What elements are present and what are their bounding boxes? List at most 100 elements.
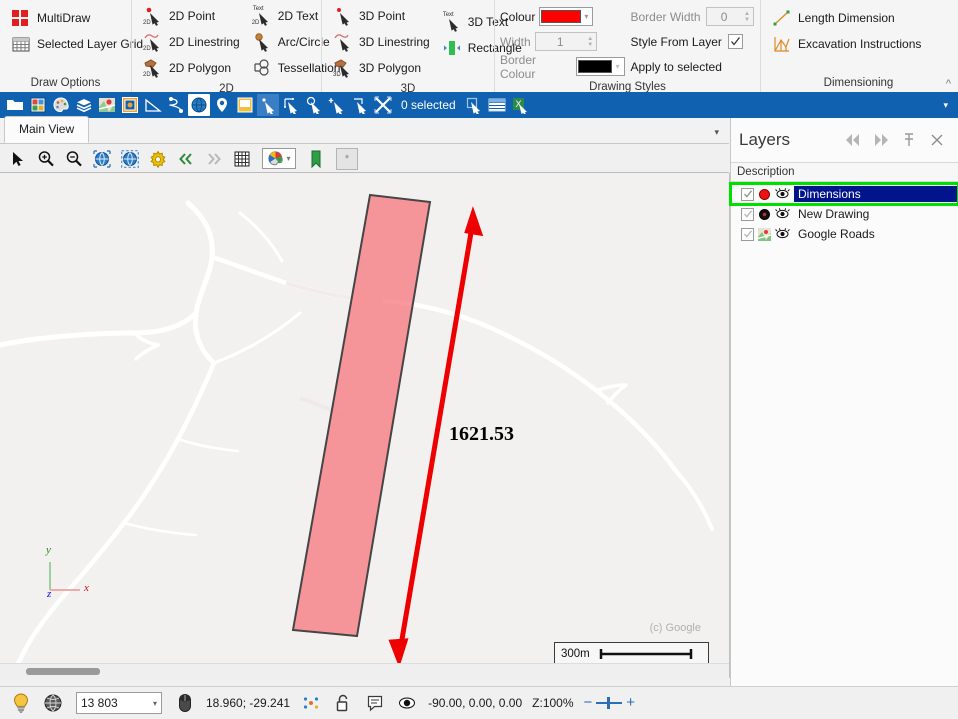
zoom-slider[interactable]: [596, 697, 623, 709]
copy-selection-icon[interactable]: [463, 94, 485, 116]
layer-visibility-checkbox[interactable]: [741, 227, 754, 241]
mouse-icon: [170, 690, 200, 716]
excavation-instructions-button[interactable]: Excavation Instructions: [766, 31, 951, 57]
border-width-value: 0: [720, 9, 728, 24]
quickbar-overflow-caret[interactable]: ▾: [937, 100, 954, 111]
apply-to-selected-button[interactable]: Apply to selected: [631, 60, 722, 74]
pointer-tool-icon[interactable]: [6, 148, 30, 170]
note-icon[interactable]: [234, 94, 256, 116]
axis-y-label: y: [46, 544, 51, 556]
view-settings-gear-icon[interactable]: [146, 148, 170, 170]
length-dimension-button[interactable]: Length Dimension: [766, 5, 951, 31]
layer-eye-icon[interactable]: [775, 187, 790, 201]
zoom-slider-control[interactable]: − +: [580, 695, 636, 710]
next-view-icon[interactable]: [202, 148, 226, 170]
layer-eye-icon[interactable]: [775, 227, 790, 241]
image-overlay-icon[interactable]: [119, 94, 141, 116]
draw-curve-icon[interactable]: [165, 94, 187, 116]
collapse-left-icon[interactable]: [840, 128, 866, 152]
zoom-out-button[interactable]: −: [584, 695, 593, 710]
tab-main-view[interactable]: Main View: [4, 116, 90, 143]
2d-polygon-button[interactable]: 2D 2D Polygon: [137, 55, 246, 81]
export-excel-icon[interactable]: X: [509, 94, 531, 116]
layer-row-google-roads[interactable]: Google Roads: [731, 224, 958, 244]
style-from-layer-label: Style From Layer: [630, 34, 722, 49]
expand-right-icon[interactable]: [868, 128, 894, 152]
layer-name-label: Google Roads: [798, 227, 875, 241]
layer-row-dimensions[interactable]: Dimensions: [729, 182, 958, 206]
drawing-styles-col1: Colour ▾ Width 1 ▲ ▼ Border Colour ▾: [500, 4, 625, 81]
multidraw-label: MultiDraw: [37, 11, 91, 25]
zoom-selected-icon[interactable]: [118, 148, 142, 170]
scale-bar-label: 300m: [561, 648, 590, 660]
map-view[interactable]: 1621.53 y x z (c) Google 300m: [0, 173, 730, 678]
zoom-in-button[interactable]: +: [626, 695, 635, 710]
width-spinner-arrows: ▲ ▼: [587, 35, 594, 48]
open-folder-icon[interactable]: [4, 94, 26, 116]
3d-polygon-button[interactable]: 3D 3D Polygon: [327, 55, 436, 81]
border-width-spinner[interactable]: 0 ▲ ▼: [705, 7, 754, 26]
2d-polygon-label: 2D Polygon: [169, 61, 232, 75]
layer-colour-swatch-black: [758, 208, 771, 221]
measure-angle-icon[interactable]: [142, 94, 164, 116]
multidraw-button[interactable]: MultiDraw: [5, 5, 126, 31]
previous-view-icon[interactable]: [174, 148, 198, 170]
horizontal-scroll-thumb[interactable]: [26, 668, 100, 675]
palette-icon[interactable]: [50, 94, 72, 116]
layer-row-new-drawing[interactable]: New Drawing: [731, 204, 958, 224]
border-colour-dropdown[interactable]: ▾: [576, 57, 625, 76]
selection-count-label: 0 selected: [401, 98, 456, 112]
message-icon[interactable]: [360, 690, 390, 716]
ribbon-collapse-button[interactable]: ^: [946, 78, 951, 90]
zoom-out-icon[interactable]: [62, 148, 86, 170]
snapshot-icon[interactable]: *: [336, 147, 358, 170]
close-panel-icon[interactable]: [924, 128, 950, 152]
layers-icon[interactable]: [73, 94, 95, 116]
map-canvas[interactable]: [0, 173, 729, 678]
3d-text-icon: Text: [442, 12, 462, 32]
style-from-layer-checkbox[interactable]: [727, 34, 743, 49]
layers-column-header: Description: [731, 162, 958, 182]
excavation-instructions-label: Excavation Instructions: [798, 37, 922, 51]
width-spinner[interactable]: 1 ▲ ▼: [534, 32, 597, 51]
zoom-slider-knob[interactable]: [607, 697, 611, 709]
3d-linestring-button[interactable]: 3D Linestring: [327, 29, 436, 55]
table-view-icon[interactable]: [486, 94, 508, 116]
pin-panel-icon[interactable]: [896, 128, 922, 152]
select-crop-icon[interactable]: [349, 94, 371, 116]
selected-layer-grid-button[interactable]: Selected Layer Grid: [5, 31, 143, 57]
3d-polygon-icon: 3D: [333, 58, 353, 78]
project-icon[interactable]: [27, 94, 49, 116]
3d-point-button[interactable]: 3D Point: [327, 3, 436, 29]
layer-visibility-checkbox[interactable]: [741, 207, 754, 221]
select-add-icon[interactable]: [326, 94, 348, 116]
colour-picker-icon[interactable]: ▾: [262, 148, 296, 169]
map-horizontal-scrollbar[interactable]: [0, 663, 729, 679]
tab-overflow-caret[interactable]: ▾: [714, 127, 719, 138]
snap-points-icon[interactable]: [296, 690, 326, 716]
2d-point-label: 2D Point: [169, 9, 216, 23]
layer-visibility-checkbox[interactable]: [741, 187, 754, 201]
google-map-icon[interactable]: [96, 94, 118, 116]
unlock-icon[interactable]: [328, 690, 358, 716]
grid-toggle-icon[interactable]: [230, 148, 254, 170]
projection-globe-icon[interactable]: [38, 690, 68, 716]
cursor-coordinates: 18.960; -29.241: [206, 696, 291, 710]
feature-count-dropdown[interactable]: 13 803 ▾: [76, 692, 162, 714]
deselect-icon[interactable]: [372, 94, 394, 116]
zoom-extents-icon[interactable]: [90, 148, 114, 170]
view-angles-value: -90.00, 0.00, 0.00: [428, 696, 523, 710]
axis-z-label: z: [47, 588, 52, 600]
zoom-in-icon[interactable]: [34, 148, 58, 170]
2d-point-button[interactable]: 2D 2D Point: [137, 3, 246, 29]
marker-pin-icon[interactable]: [211, 94, 233, 116]
hint-lightbulb-icon[interactable]: [6, 690, 36, 716]
select-pointer-icon[interactable]: [257, 94, 279, 116]
select-rectangle-icon[interactable]: [280, 94, 302, 116]
bookmark-icon[interactable]: [304, 148, 328, 170]
2d-linestring-button[interactable]: 2D 2D Linestring: [137, 29, 246, 55]
select-circle-icon[interactable]: [303, 94, 325, 116]
colour-swatch-dropdown[interactable]: ▾: [539, 7, 594, 26]
layer-eye-icon[interactable]: [775, 207, 790, 221]
globe-icon[interactable]: [188, 94, 210, 116]
